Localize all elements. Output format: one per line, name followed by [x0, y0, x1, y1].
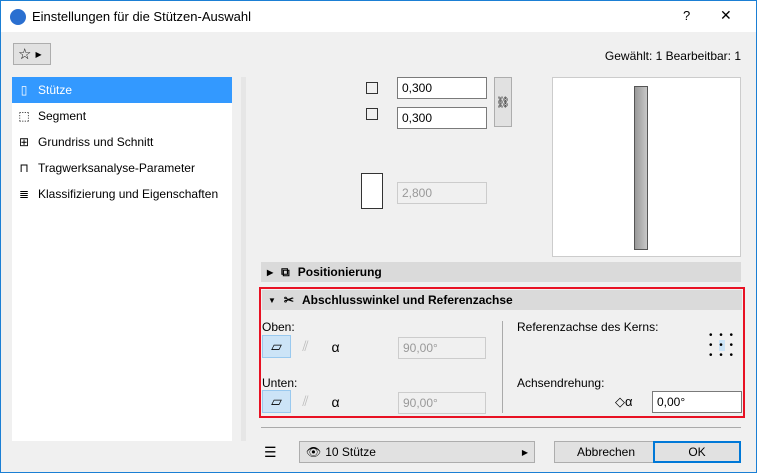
- sidebar-item-tragwerk[interactable]: ⊓ Tragwerksanalyse-Parameter: [12, 155, 232, 181]
- dialog-window: Einstellungen für die Stützen-Auswahl ? …: [0, 0, 757, 473]
- bottom-angle-input: [398, 392, 486, 414]
- bottom-label: Unten:: [262, 376, 298, 390]
- angle-icon: α: [331, 393, 340, 410]
- window-title: Einstellungen für die Stützen-Auswahl: [32, 9, 251, 24]
- top-angle-button[interactable]: α: [321, 335, 350, 358]
- column-icon: ▯: [20, 83, 28, 97]
- sidebar-item-segment[interactable]: ⬚ Segment: [12, 103, 232, 129]
- help-button[interactable]: ?: [683, 8, 690, 23]
- positioning-icon: ⧉: [281, 264, 290, 279]
- slant-icon: ⫽: [302, 393, 309, 409]
- bottom-angle-button[interactable]: α: [321, 390, 350, 413]
- slant-icon: ⫽: [302, 338, 309, 354]
- segment-icon: ⬚: [18, 109, 30, 123]
- width-icon: [366, 82, 378, 94]
- link-dimensions-button[interactable]: ⛓: [494, 77, 512, 127]
- rotation-input[interactable]: [652, 391, 742, 413]
- ok-button[interactable]: OK: [653, 441, 741, 463]
- sidebar-item-label: Stütze: [38, 83, 73, 97]
- triangle-right-icon: ▶: [521, 447, 528, 457]
- cancel-button[interactable]: Abbrechen: [554, 441, 658, 463]
- triangle-down-icon: ▼: [268, 295, 276, 305]
- angle-icon: α: [331, 338, 340, 355]
- depth-icon: [366, 108, 378, 120]
- floorplan-icon: ⊞: [18, 135, 30, 149]
- structural-icon: ⊓: [19, 161, 29, 175]
- sidebar-item-label: Klassifizierung und Eigenschaften: [38, 187, 219, 201]
- sidebar-item-label: Segment: [38, 109, 87, 123]
- slant-icon: ▱: [271, 338, 282, 354]
- rotation-label: Achsendrehung:: [517, 376, 605, 390]
- slant-icon: ▱: [271, 393, 282, 409]
- section-positionierung[interactable]: ▶ ⧉ Positionierung: [261, 262, 741, 282]
- top-slanted-button[interactable]: ⫽: [291, 335, 320, 358]
- height-icon: [361, 173, 383, 209]
- triangle-right-icon: ▶: [35, 49, 42, 59]
- section-title: Abschlusswinkel und Referenzachse: [301, 293, 513, 307]
- star-icon: ☆: [18, 46, 32, 63]
- sidebar-item-klassifizierung[interactable]: ≣ Klassifizierung und Eigenschaften: [12, 181, 232, 207]
- column-preview: [634, 86, 648, 250]
- sidebar-item-stuetze[interactable]: ▯ Stütze: [12, 77, 232, 103]
- preview-3d[interactable]: [552, 77, 741, 257]
- close-button[interactable]: ✕: [720, 7, 732, 24]
- title-bar: Einstellungen für die Stützen-Auswahl ? …: [1, 1, 756, 32]
- height-input: [397, 182, 487, 204]
- divider: [502, 321, 503, 413]
- sidebar-item-grundriss[interactable]: ⊞ Grundriss und Schnitt: [12, 129, 232, 155]
- depth-input[interactable]: [397, 107, 487, 129]
- sidebar-item-label: Tragwerksanalyse-Parameter: [38, 161, 195, 175]
- selection-status: Gewählt: 1 Bearbeitbar: 1: [604, 49, 741, 63]
- ref-axis-label: Referenzachse des Kerns:: [517, 320, 659, 334]
- sidebar-item-label: Grundriss und Schnitt: [38, 135, 154, 149]
- chain-link-icon: ⛓: [496, 96, 510, 109]
- bottom-slanted-button[interactable]: ⫽: [291, 390, 320, 413]
- layers-icon: ☰: [264, 444, 277, 460]
- top-angle-input: [398, 337, 486, 359]
- app-logo-icon: [10, 9, 26, 25]
- layer-dropdown[interactable]: 👁 10 Stütze ▶: [299, 441, 535, 463]
- top-label: Oben:: [262, 320, 295, 334]
- width-input[interactable]: [397, 77, 487, 99]
- ref-axis-grid[interactable]: • • • • • • • • •: [706, 331, 738, 361]
- splitter[interactable]: [241, 77, 246, 441]
- document-icon: ≣: [18, 187, 30, 201]
- top-perpendicular-button[interactable]: ▱: [262, 335, 291, 358]
- section-title: Positionierung: [297, 265, 382, 279]
- axis-rotation-icon: ◇α: [615, 394, 633, 409]
- layer-value: 10 Stütze: [325, 445, 376, 459]
- triangle-right-icon: ▶: [267, 267, 274, 277]
- eye-icon: 👁: [306, 445, 322, 459]
- separator: [261, 427, 741, 428]
- bottom-perpendicular-button[interactable]: ▱: [262, 390, 291, 413]
- favorites-button[interactable]: ☆ ▶: [13, 43, 51, 65]
- section-abschlusswinkel[interactable]: ▼ ✂ Abschlusswinkel und Referenzachse: [262, 290, 742, 310]
- sidebar-list: ▯ Stütze ⬚ Segment ⊞ Grundriss und Schnitt …: [12, 77, 232, 441]
- scissors-icon: ✂: [283, 293, 294, 307]
